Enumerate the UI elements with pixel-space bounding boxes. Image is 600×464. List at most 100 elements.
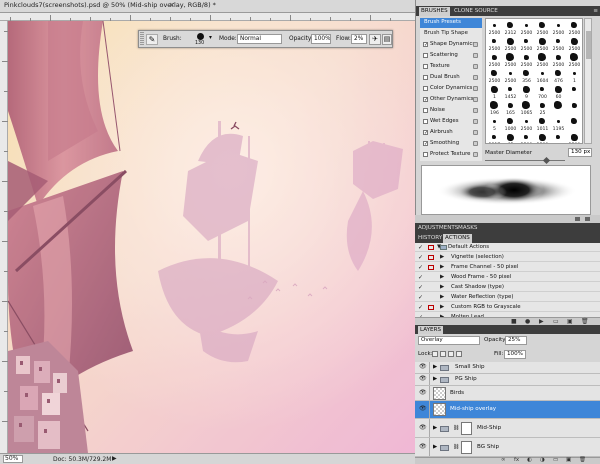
layer-style-icon[interactable]: fx — [514, 457, 519, 463]
brush-option-row[interactable]: Scattering — [420, 51, 482, 61]
master-diameter-field[interactable]: 130 px — [568, 148, 592, 157]
brush-option-row[interactable]: ✓ Other Dynamics — [420, 95, 482, 105]
brush-presets-button[interactable]: Brush Presets — [420, 18, 482, 28]
lock-icon[interactable] — [473, 75, 478, 80]
lock-icon[interactable] — [473, 97, 478, 102]
expand-triangle-icon[interactable]: ▶ — [433, 425, 437, 431]
action-item[interactable]: ✓ ▶ Frame Channel - 50 pixel — [415, 263, 600, 272]
brush-preset[interactable]: 2317 — [487, 132, 502, 143]
vertical-ruler[interactable] — [0, 21, 8, 453]
options-bar-grip[interactable] — [140, 32, 144, 46]
layer-mask-thumbnail[interactable] — [461, 440, 472, 454]
toggle-item-checkbox[interactable]: ✓ — [418, 285, 423, 291]
link-layers-icon[interactable]: ∞ — [501, 457, 506, 463]
dialog-toggle-icon[interactable] — [428, 245, 434, 250]
tab-adjustments[interactable]: ADJUSTMENTS — [418, 225, 458, 231]
add-mask-icon[interactable]: ◐ — [527, 457, 532, 463]
layer-name[interactable]: Mid-Ship — [477, 425, 501, 431]
toggle-item-checkbox[interactable]: ✓ — [418, 305, 423, 311]
toggle-item-checkbox[interactable]: ✓ — [418, 255, 423, 261]
new-group-icon[interactable]: ▭ — [553, 457, 558, 463]
create-new-brush-icon[interactable] — [585, 217, 590, 221]
lock-icon[interactable] — [473, 141, 478, 146]
brush-option-row[interactable]: ✓ Shape Dynamics — [420, 40, 482, 50]
brush-tool-icon[interactable]: ✎ — [146, 34, 158, 45]
layer-row[interactable]: 👁 ▶ ⛓ Mid-Ship — [415, 419, 600, 438]
status-menu-arrow-icon[interactable]: ▶ — [112, 455, 117, 462]
action-item[interactable]: ✓ ▶ Cast Shadow (type) — [415, 283, 600, 292]
link-icon[interactable]: ⛓ — [453, 425, 459, 431]
layer-thumbnail[interactable] — [433, 403, 446, 416]
blend-mode-select[interactable]: Overlay — [418, 336, 480, 345]
layer-name[interactable]: BG Ship — [477, 444, 499, 450]
visibility-eye-icon[interactable]: 👁 — [419, 443, 427, 450]
dialog-toggle-icon[interactable] — [428, 255, 434, 260]
visibility-eye-icon[interactable]: 👁 — [419, 424, 427, 431]
lock-icon[interactable] — [473, 108, 478, 113]
layer-row[interactable]: 👁 Mid-ship overlay — [415, 401, 600, 419]
layer-name[interactable]: Small Ship — [455, 364, 485, 370]
brush-option-row[interactable]: Color Dynamics — [420, 84, 482, 94]
lock-icon[interactable] — [473, 130, 478, 135]
collapse-triangle-icon[interactable]: ▶ — [440, 264, 444, 270]
toggle-item-checkbox[interactable]: ✓ — [418, 275, 423, 281]
layer-mask-thumbnail[interactable] — [461, 421, 472, 435]
expand-triangle-icon[interactable]: ▶ — [433, 444, 437, 450]
brush-option-checkbox[interactable]: ✓ — [423, 130, 428, 136]
lock-all-icon[interactable] — [456, 351, 462, 357]
new-brush-icon[interactable] — [575, 217, 580, 221]
brush-option-checkbox[interactable] — [423, 53, 428, 58]
expand-triangle-icon[interactable]: ▶ — [433, 364, 437, 370]
visibility-eye-icon[interactable]: 👁 — [419, 375, 427, 382]
collapse-triangle-icon[interactable]: ▶ — [440, 274, 444, 280]
visibility-eye-icon[interactable]: 👁 — [419, 389, 427, 396]
close-document-icon[interactable]: × — [169, 1, 175, 9]
layer-name[interactable]: PG Ship — [455, 376, 477, 382]
fill-field[interactable]: 100% — [504, 350, 526, 359]
stop-icon[interactable]: ■ — [511, 318, 517, 325]
brush-option-row[interactable]: Noise — [420, 106, 482, 116]
brush-option-row[interactable]: Protect Texture — [420, 150, 482, 160]
delete-icon[interactable]: 🗑 — [581, 318, 589, 325]
brush-presets-grid[interactable]: 2500 2312 2500 2500 2500 2500 2500 2500 2500 2500… — [485, 18, 583, 144]
brush-option-checkbox[interactable] — [423, 108, 428, 113]
brush-option-checkbox[interactable]: ✓ — [423, 97, 428, 103]
tab-masks[interactable]: MASKS — [458, 225, 477, 231]
record-icon[interactable]: ● — [525, 318, 530, 325]
flow-field[interactable]: 2% — [351, 34, 367, 44]
zoom-field[interactable]: 50% — [3, 455, 23, 463]
brush-picker-arrow-icon[interactable]: ▾ — [209, 35, 212, 41]
layer-opacity-field[interactable]: 25% — [505, 336, 527, 345]
layer-name[interactable]: Birds — [450, 390, 464, 396]
collapse-triangle-icon[interactable]: ▶ — [440, 304, 444, 310]
brush-option-checkbox[interactable]: ✓ — [423, 141, 428, 147]
lock-transparency-icon[interactable] — [432, 351, 438, 357]
airbrush-toggle-icon[interactable]: ✈ — [369, 34, 381, 45]
brush-preset[interactable] — [551, 132, 566, 143]
brush-option-checkbox[interactable] — [423, 86, 428, 91]
lock-icon[interactable] — [473, 64, 478, 69]
master-diameter-slider[interactable] — [485, 156, 565, 165]
layer-row[interactable]: 👁 ▶ ⛓ BG Ship — [415, 438, 600, 457]
collapse-triangle-icon[interactable]: ▶ — [440, 254, 444, 260]
dialog-toggle-icon[interactable] — [428, 305, 434, 310]
layer-thumbnail[interactable] — [433, 386, 446, 400]
opacity-field[interactable]: 100% — [311, 34, 331, 44]
tab-actions[interactable]: ACTIONS — [443, 234, 472, 243]
lock-icon[interactable] — [473, 152, 478, 157]
brush-option-row[interactable]: ✓ Airbrush — [420, 128, 482, 138]
link-icon[interactable]: ⛓ — [453, 444, 459, 450]
brush-option-row[interactable]: Dual Brush — [420, 73, 482, 83]
lock-icon[interactable] — [473, 42, 478, 47]
collapse-triangle-icon[interactable]: ▶ — [440, 284, 444, 290]
brush-panel-toggle-icon[interactable]: ▤ — [382, 34, 392, 45]
layer-row[interactable]: 👁 Birds — [415, 386, 600, 401]
tab-brushes[interactable]: BRUSHES — [419, 7, 450, 16]
canvas-artwork[interactable] — [8, 21, 415, 453]
brush-grid-scrollbar[interactable] — [584, 18, 592, 144]
lock-position-icon[interactable] — [448, 351, 454, 357]
horizontal-ruler[interactable] — [0, 13, 415, 21]
dialog-toggle-icon[interactable] — [428, 265, 434, 270]
action-item[interactable]: ✓ ▶ Custom RGB to Grayscale — [415, 303, 600, 312]
brush-preset[interactable]: 2500 — [535, 132, 550, 143]
